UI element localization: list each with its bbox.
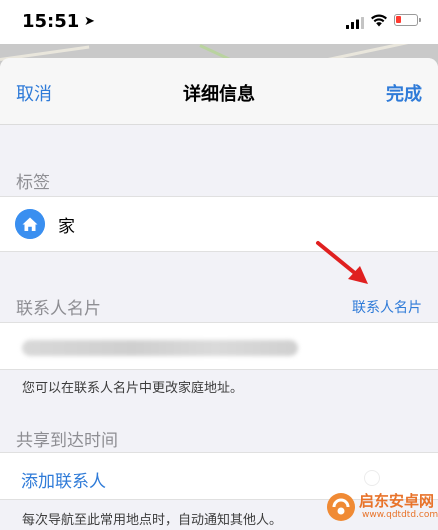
page-title: 详细信息 [183, 84, 255, 105]
blurred-address [22, 340, 298, 356]
red-arrow-icon [316, 241, 368, 284]
contact-card-link[interactable]: 联系人名片 [352, 297, 422, 317]
watermark: 启东安卓网 www.qdtdtd.com [326, 488, 438, 528]
status-time: 15:51 [22, 11, 80, 32]
status-bar: 15:51 ➤ [0, 0, 438, 44]
watermark-url: www.qdtdtd.com [362, 510, 438, 520]
location-arrow-icon: ➤ [84, 14, 95, 29]
add-contact-button[interactable]: 添加联系人 [21, 467, 106, 492]
contact-card-section-header: 联系人名片 [16, 299, 101, 319]
address-row [0, 322, 438, 370]
details-sheet: 取消 详细信息 完成 标签 家 联系人名片 联系人名片 您可以在联系人名片中更改… [0, 58, 438, 530]
share-eta-section-header: 共享到达时间 [16, 431, 118, 451]
share-eta-footnote: 每次导航至此常用地点时，自动通知其他人。 [22, 513, 283, 528]
wifi-icon [371, 14, 387, 27]
faint-circle-icon [364, 470, 380, 486]
address-footnote: 您可以在联系人名片中更改家庭地址。 [22, 381, 244, 396]
done-button[interactable]: 完成 [386, 80, 422, 106]
watermark-name: 启东安卓网 [359, 492, 435, 510]
house-icon [15, 209, 45, 239]
watermark-logo-icon [327, 493, 355, 521]
screen: 15:51 ➤ 取消 详细信息 完成 标签 家 联系人名片 联系人名片 您可以在… [0, 0, 438, 530]
cellular-signal-icon [346, 17, 364, 29]
battery-low-icon [394, 14, 421, 26]
selected-label-text: 家 [58, 217, 75, 237]
label-section-header: 标签 [16, 173, 50, 193]
navigation-bar: 取消 详细信息 完成 [0, 58, 438, 125]
